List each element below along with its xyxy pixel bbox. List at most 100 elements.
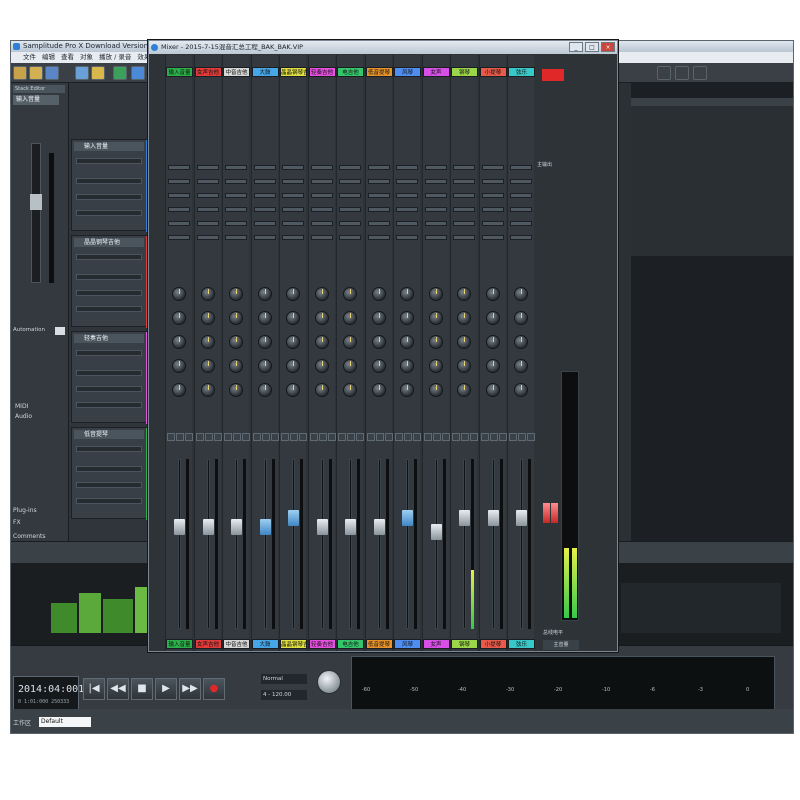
track-name[interactable]: 输入音量 xyxy=(74,142,144,151)
aux-send-knob[interactable] xyxy=(485,335,500,349)
tempo-field[interactable]: 4 - 120.00 xyxy=(261,690,307,700)
channel-fader[interactable] xyxy=(402,510,413,526)
mute-button[interactable] xyxy=(509,433,517,441)
aux-send-knob[interactable] xyxy=(229,335,243,349)
record-arm-button[interactable] xyxy=(299,433,307,441)
solo-button[interactable] xyxy=(518,433,526,441)
aux-send-knob[interactable] xyxy=(343,311,357,325)
channel-name-top[interactable]: 女声吉他 xyxy=(194,67,222,77)
aux-send-knob[interactable] xyxy=(172,383,186,397)
midi-section[interactable]: MIDI xyxy=(15,403,28,410)
aux-send-knob[interactable] xyxy=(172,287,186,301)
routing-cell[interactable] xyxy=(310,165,333,170)
routing-cell[interactable] xyxy=(510,221,532,226)
arrange-area[interactable] xyxy=(631,83,793,541)
routing-cell[interactable] xyxy=(253,165,276,170)
routing-cell[interactable] xyxy=(453,207,475,212)
track-volume-row[interactable] xyxy=(76,370,142,376)
fader-track[interactable] xyxy=(406,459,409,629)
master-fader[interactable] xyxy=(551,503,558,523)
aux-send-knob[interactable] xyxy=(172,311,186,325)
routing-cell[interactable] xyxy=(453,193,475,198)
routing-cell[interactable] xyxy=(510,193,532,198)
track-pan-row[interactable] xyxy=(76,386,142,392)
track-io-row[interactable] xyxy=(76,498,142,504)
routing-cell[interactable] xyxy=(481,235,504,240)
channel-fader[interactable] xyxy=(345,518,356,535)
aux-send-knob[interactable] xyxy=(257,287,272,301)
solo-button[interactable] xyxy=(432,433,441,441)
aux-send-knob[interactable] xyxy=(343,287,357,301)
track-block-1[interactable]: 输入音量 xyxy=(71,139,149,232)
mute-button[interactable] xyxy=(423,433,432,441)
track-block-2[interactable]: 晶晶钢琴吉他 xyxy=(71,235,149,328)
rewind-button[interactable]: ◀◀ xyxy=(107,678,129,700)
routing-cell[interactable] xyxy=(253,235,276,240)
track-buttons-row[interactable] xyxy=(76,446,142,452)
routing-cell[interactable] xyxy=(168,235,190,240)
routing-cell[interactable] xyxy=(168,221,190,226)
plugins-section[interactable]: Plug-ins xyxy=(13,507,37,514)
routing-cell[interactable] xyxy=(396,165,418,170)
record-arm-button[interactable] xyxy=(327,433,336,441)
aux-send-knob[interactable] xyxy=(371,335,386,349)
fx-icon[interactable] xyxy=(131,66,145,80)
channel-name-bottom[interactable]: 弦乐 xyxy=(508,639,535,649)
track-block-4[interactable]: 低音提琴 xyxy=(71,427,149,520)
track-volume-row[interactable] xyxy=(76,466,142,472)
aux-send-knob[interactable] xyxy=(428,311,443,325)
aux-send-knob[interactable] xyxy=(428,359,443,373)
aux-send-knob[interactable] xyxy=(200,311,215,325)
routing-cell[interactable] xyxy=(367,193,390,198)
channel-name-bottom[interactable]: 女声 xyxy=(422,639,450,649)
routing-cell[interactable] xyxy=(339,165,361,170)
fader-track[interactable] xyxy=(463,459,466,629)
channel-name-top[interactable]: 轻奏吉他 xyxy=(308,67,336,77)
aux-send-knob[interactable] xyxy=(514,383,528,397)
aux-send-knob[interactable] xyxy=(314,311,329,325)
mute-button[interactable] xyxy=(167,433,175,441)
channel-name-top[interactable]: 低音提琴 xyxy=(365,67,393,77)
fader-track[interactable] xyxy=(434,459,438,629)
routing-cell[interactable] xyxy=(339,221,361,226)
channel-name-bottom[interactable]: 女声吉他 xyxy=(194,639,222,649)
close-button[interactable]: × xyxy=(601,42,615,52)
channel-name-top[interactable]: 风琴 xyxy=(394,67,421,77)
excel-icon[interactable] xyxy=(113,66,127,80)
routing-cell[interactable] xyxy=(396,179,418,184)
channel-name-top[interactable]: 钢琴 xyxy=(451,67,478,77)
aux-send-knob[interactable] xyxy=(400,311,414,325)
master-volume-knob[interactable] xyxy=(317,670,341,694)
selected-track-name[interactable]: 输入音量 xyxy=(13,95,59,105)
channel-name-bottom[interactable]: 晶晶钢琴吉他 xyxy=(280,639,307,649)
aux-send-knob[interactable] xyxy=(371,311,386,325)
mute-button[interactable] xyxy=(281,433,289,441)
routing-cell[interactable] xyxy=(424,165,447,170)
channel-name-bottom[interactable]: 输入音量 xyxy=(166,639,193,649)
menu-item-1[interactable]: 编辑 xyxy=(42,52,55,63)
aux-send-knob[interactable] xyxy=(485,359,500,373)
aux-send-knob[interactable] xyxy=(257,383,272,397)
routing-cell[interactable] xyxy=(367,179,390,184)
track-buttons-row[interactable] xyxy=(76,254,142,260)
aux-send-knob[interactable] xyxy=(400,383,414,397)
fader-track[interactable] xyxy=(520,459,523,629)
routing-cell[interactable] xyxy=(453,165,475,170)
track-buttons-row[interactable] xyxy=(76,158,142,164)
aux-send-knob[interactable] xyxy=(514,311,528,325)
fader-track[interactable] xyxy=(349,459,352,629)
track-pan-row[interactable] xyxy=(76,290,142,296)
aux-send-knob[interactable] xyxy=(229,359,243,373)
master-clip-indicator[interactable] xyxy=(542,69,564,81)
routing-cell[interactable] xyxy=(481,221,504,226)
mute-button[interactable] xyxy=(452,433,460,441)
menu-item-3[interactable]: 对象 xyxy=(80,52,93,63)
cut-icon[interactable] xyxy=(75,66,89,80)
routing-cell[interactable] xyxy=(453,221,475,226)
aux-send-knob[interactable] xyxy=(343,335,357,349)
menu-item-4[interactable]: 播放 / 录音 xyxy=(99,52,131,63)
aux-send-knob[interactable] xyxy=(457,359,471,373)
channel-fader[interactable] xyxy=(202,518,214,535)
solo-button[interactable] xyxy=(290,433,298,441)
routing-cell[interactable] xyxy=(481,179,504,184)
